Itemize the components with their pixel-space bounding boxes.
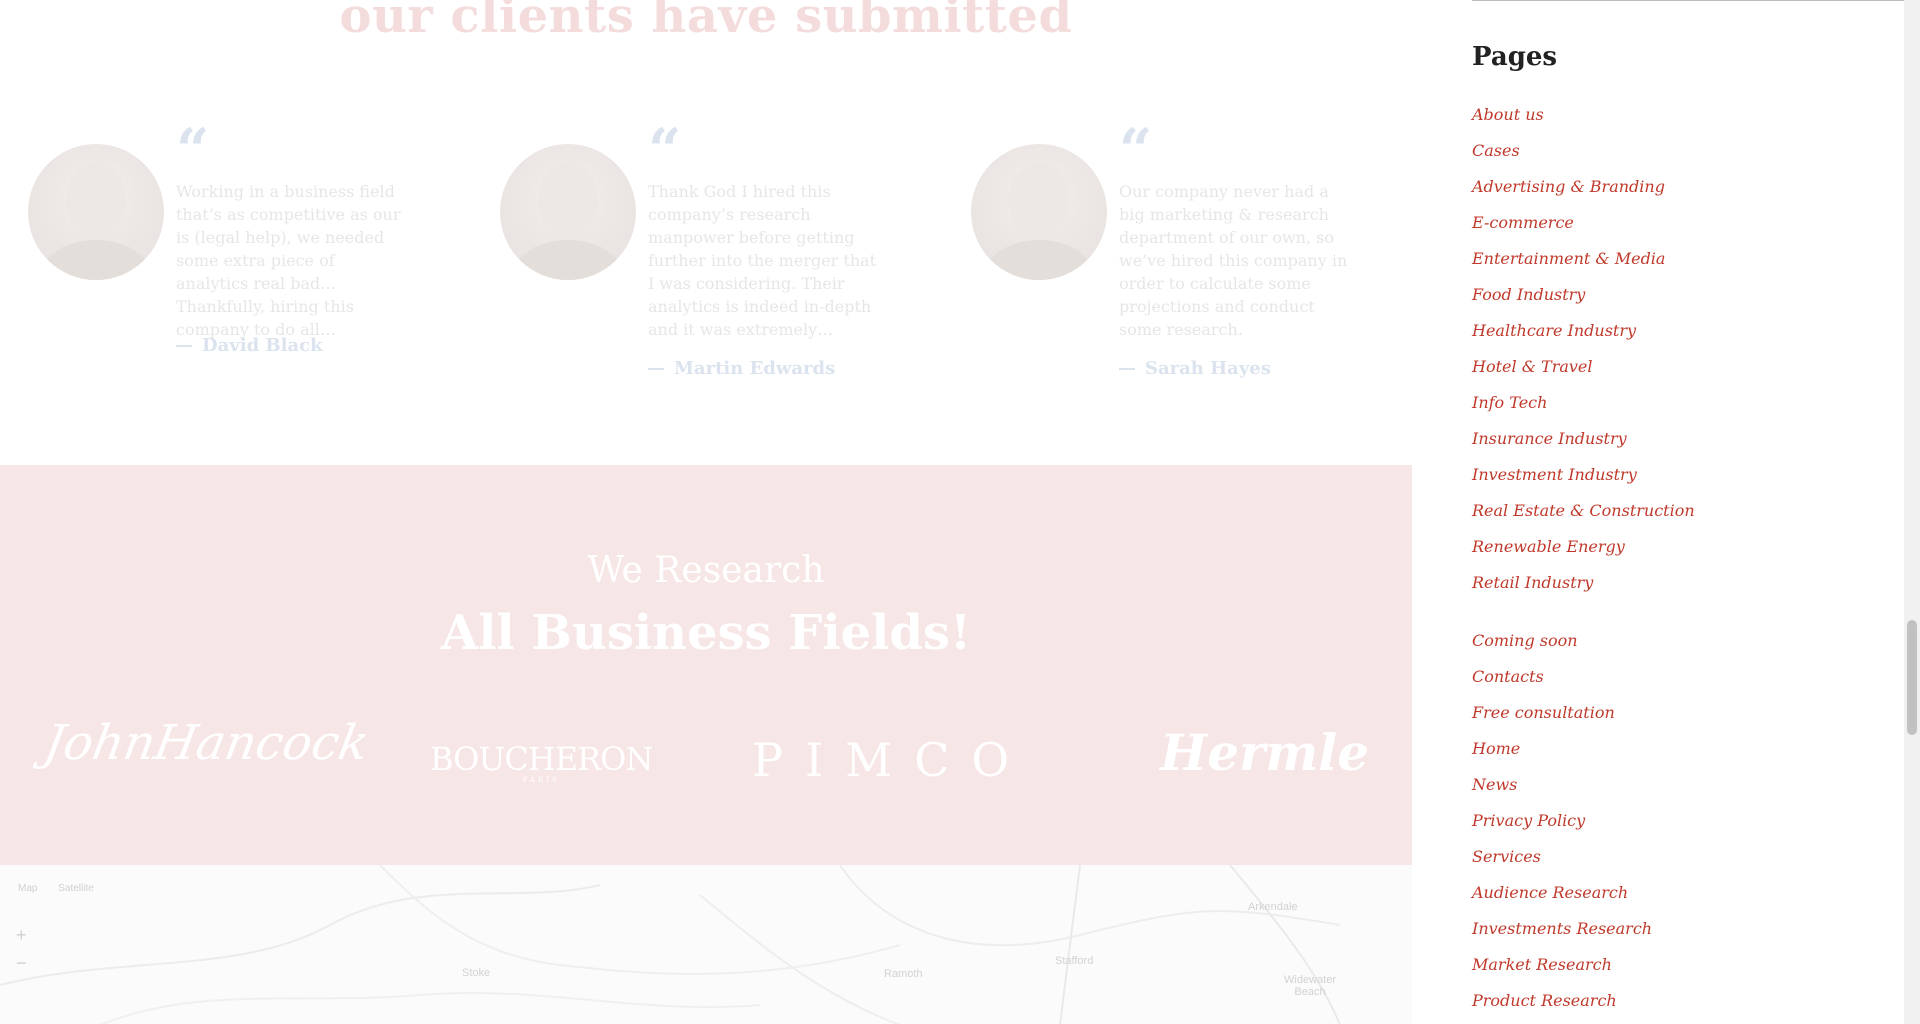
map-type-map[interactable]: Map	[18, 883, 37, 894]
sidebar-link[interactable]: Product Research	[1472, 991, 1617, 1010]
sidebar-link[interactable]: E-commerce	[1472, 213, 1574, 232]
sidebar-link[interactable]: News	[1472, 775, 1517, 794]
sidebar-link[interactable]: Insurance Industry	[1472, 429, 1627, 448]
sidebar-link[interactable]: Free consultation	[1472, 703, 1615, 722]
sidebar-link[interactable]: Home	[1472, 739, 1520, 758]
boucheron-logo-text: BOUCHERON	[430, 740, 653, 778]
sidebar-link[interactable]: Entertainment & Media	[1472, 249, 1665, 268]
sidebar-link[interactable]: Hotel & Travel	[1472, 357, 1593, 376]
quote-icon: “	[1119, 116, 1153, 184]
research-section: We Research All Business Fields! JohnHan…	[0, 465, 1412, 865]
sidebar-link[interactable]: Investments Research	[1472, 919, 1652, 938]
sidebar-link[interactable]: Cases	[1472, 141, 1520, 160]
zoom-out-button[interactable]: −	[16, 953, 27, 974]
map-roads	[0, 865, 1341, 1024]
testimonial-text: Working in a business field that’s as co…	[176, 182, 401, 339]
sidebar-link[interactable]: Investment Industry	[1472, 465, 1637, 484]
sidebar: Pages About us Cases Advertising & Brandin…	[1412, 0, 1920, 1024]
hermle-logo: Hermle	[1160, 723, 1370, 782]
author-name: Martin Edwards	[674, 358, 836, 379]
quote-icon: “	[176, 116, 210, 184]
map-type-satellite[interactable]: Satellite	[58, 883, 94, 894]
research-subtitle: We Research	[587, 550, 825, 591]
sidebar-link[interactable]: About us	[1472, 105, 1544, 124]
testimonial-author: Sarah Hayes	[1119, 358, 1271, 379]
sidebar-link[interactable]: Contacts	[1472, 667, 1544, 686]
sidebar-link[interactable]: Privacy Policy	[1472, 811, 1585, 830]
testimonial-text: Thank God I hired this company’s researc…	[648, 182, 877, 339]
scrollbar-thumb[interactable]	[1907, 620, 1917, 735]
john-hancock-logo: JohnHancock	[40, 715, 374, 771]
research-title: All Business Fields!	[440, 605, 972, 661]
sidebar-link[interactable]: Real Estate & Construction	[1472, 501, 1695, 520]
boucheron-logo: BOUCHERON PARIS	[430, 740, 653, 784]
sidebar-link[interactable]: Info Tech	[1472, 393, 1547, 412]
author-name: Sarah Hayes	[1145, 358, 1271, 379]
testimonial-card: “ Our company never had a big marketing …	[943, 116, 1383, 410]
sidebar-link[interactable]: Renewable Energy	[1472, 537, 1625, 556]
testimonial-text: Our company never had a big marketing & …	[1119, 182, 1348, 339]
map[interactable]: Map Satellite + − Stoke Ramoth Stafford …	[0, 865, 1412, 1024]
sidebar-title: Pages	[1472, 42, 1558, 72]
sidebar-link[interactable]: Market Research	[1472, 955, 1612, 974]
testimonial-author: David Black	[176, 335, 323, 356]
sidebar-link[interactable]: Coming soon	[1472, 631, 1578, 650]
sidebar-link[interactable]: Advertising & Branding	[1472, 177, 1665, 196]
sidebar-link[interactable]: Healthcare Industry	[1472, 321, 1636, 340]
map-label: Ramoth	[884, 968, 923, 980]
map-label: Stoke	[462, 967, 491, 979]
avatar	[500, 144, 636, 280]
avatar	[971, 144, 1107, 280]
zoom-in-button[interactable]: +	[16, 925, 27, 946]
author-name: David Black	[202, 335, 323, 356]
map-type-control: Map Satellite	[18, 883, 112, 894]
sidebar-link[interactable]: Food Industry	[1472, 285, 1585, 304]
sidebar-link[interactable]: Retail Industry	[1472, 573, 1593, 592]
map-label: Arkendale	[1248, 901, 1298, 913]
map-label: Stafford	[1055, 955, 1094, 967]
testimonial-card: “ Working in a business field that’s as …	[0, 116, 440, 410]
quote-icon: “	[648, 116, 682, 184]
testimonial-author: Martin Edwards	[648, 358, 835, 379]
sidebar-link[interactable]: Audience Research	[1472, 883, 1628, 902]
divider	[1472, 0, 1920, 1]
testimonial-card: “ Thank God I hired this company’s resea…	[472, 116, 912, 410]
sidebar-link[interactable]: Services	[1472, 847, 1541, 866]
avatar	[28, 144, 164, 280]
scrollbar[interactable]	[1904, 0, 1920, 1024]
testimonials-heading: our clients have submitted	[339, 0, 1073, 44]
map-label: Widewater Beach	[1284, 974, 1336, 998]
pimco-logo: PIMCO	[752, 733, 1032, 787]
main-content: our clients have submitted “ Working in …	[0, 0, 1412, 1024]
